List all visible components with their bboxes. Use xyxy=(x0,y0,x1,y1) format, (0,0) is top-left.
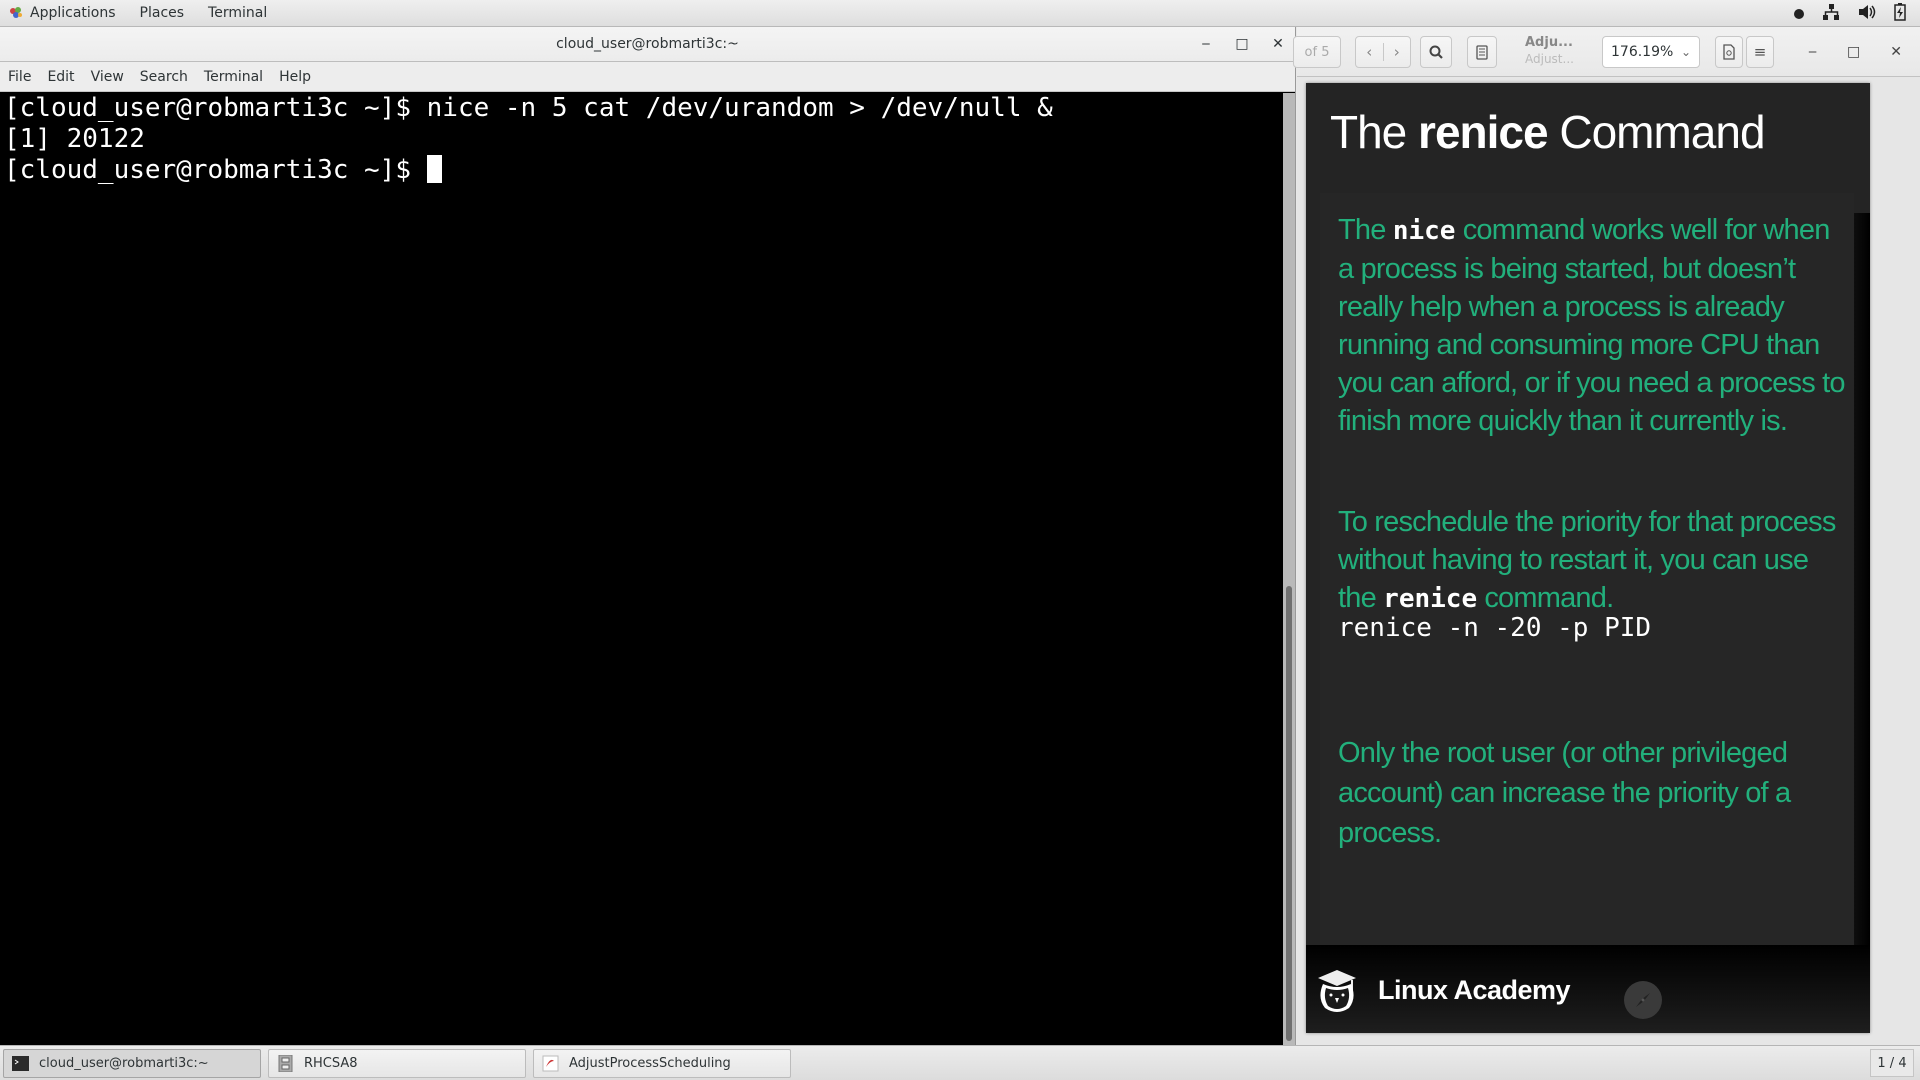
terminal-scrollbar[interactable] xyxy=(1283,93,1295,1045)
maximize-icon[interactable]: □ xyxy=(1235,27,1249,62)
slide-title-pre: The xyxy=(1330,106,1419,158)
terminal-line: [1] 20122 xyxy=(4,124,145,154)
slide-page: The renice Command The nice command work… xyxy=(1306,83,1870,1033)
document-title-block: Adju... Adjust... xyxy=(1525,34,1574,68)
viewer-maximize-icon[interactable]: □ xyxy=(1847,44,1860,60)
hamburger-icon: ≡ xyxy=(1753,43,1767,61)
search-icon xyxy=(1429,45,1443,59)
taskbar-item-terminal[interactable]: cloud_user@robmarti3c:~ xyxy=(3,1049,261,1078)
network-icon[interactable] xyxy=(1822,3,1840,24)
slide-paragraph-renice: To reschedule the priority for that proc… xyxy=(1338,503,1848,618)
taskbar-item-label: cloud_user@robmarti3c:~ xyxy=(39,1056,209,1071)
terminal-window[interactable]: cloud_user@robmarti3c:~ ‒ □ ✕ File Edit … xyxy=(0,27,1296,1045)
slide-title-post: Command xyxy=(1547,106,1765,158)
document-title: Adju... xyxy=(1525,35,1573,50)
compass-icon xyxy=(1624,981,1662,1019)
sidebar-toggle-button[interactable] xyxy=(1467,36,1497,68)
terminal-output[interactable]: [cloud_user@robmarti3c ~]$ nice -n 5 cat… xyxy=(0,93,1283,1045)
scrollbar-thumb[interactable] xyxy=(1286,586,1292,1041)
annotations-button[interactable] xyxy=(1715,36,1743,68)
text-cursor xyxy=(426,155,442,183)
slide-paragraph-root: Only the root user (or other privileged … xyxy=(1338,737,1791,849)
text: The xyxy=(1338,214,1393,246)
menu-edit[interactable]: Edit xyxy=(47,69,74,85)
volume-icon[interactable] xyxy=(1858,4,1876,24)
window-list-taskbar: cloud_user@robmarti3c:~ RHCSA8 AdjustPro… xyxy=(0,1045,1920,1080)
inline-code: renice xyxy=(1383,584,1478,614)
file-cabinet-icon xyxy=(277,1054,294,1073)
viewer-menu-button[interactable]: ≡ xyxy=(1746,36,1774,68)
terminal-prompt-line: [cloud_user@robmarti3c ~]$ xyxy=(4,155,1279,186)
minimize-icon[interactable]: ‒ xyxy=(1199,27,1213,62)
document-viewer-icon xyxy=(542,1055,559,1072)
terminal-app-menu[interactable]: Terminal xyxy=(208,5,267,21)
page-nav-group: ‹ › xyxy=(1355,36,1411,68)
zoom-select[interactable]: 176.19% ⌄ xyxy=(1602,36,1700,68)
slide-title-bold: renice xyxy=(1418,106,1549,158)
brand-name: Linux Academy xyxy=(1378,974,1571,1005)
inline-code: nice xyxy=(1392,216,1456,246)
terminal-prompt: [cloud_user@robmarti3c ~]$ xyxy=(4,155,427,185)
slide-command-example: renice -n -20 -p PID xyxy=(1338,613,1652,643)
menu-view[interactable]: View xyxy=(91,69,124,85)
slide-paragraph-nice: The nice command works well for when a p… xyxy=(1338,211,1848,440)
taskbar-item-label: RHCSA8 xyxy=(304,1056,358,1071)
taskbar-item-label: AdjustProcessScheduling xyxy=(569,1056,731,1071)
next-page-icon[interactable]: › xyxy=(1384,43,1411,61)
terminal-line: [cloud_user@robmarti3c ~]$ nice -n 5 cat… xyxy=(4,93,1053,123)
search-button[interactable] xyxy=(1420,36,1452,68)
record-dot-icon[interactable] xyxy=(1794,8,1804,19)
document-subtitle: Adjust... xyxy=(1525,52,1574,66)
taskbar-item-adjustprocessscheduling[interactable]: AdjustProcessScheduling xyxy=(533,1049,791,1078)
places-menu[interactable]: Places xyxy=(140,5,185,21)
menu-file[interactable]: File xyxy=(8,69,31,85)
terminal-title: cloud_user@robmarti3c:~ xyxy=(556,36,739,52)
text: command works well for when a process is… xyxy=(1338,214,1846,437)
applications-menu[interactable]: Applications xyxy=(30,5,116,21)
sidebar-icon xyxy=(1476,45,1488,60)
linux-academy-logo: Linux Academy xyxy=(1316,966,1571,1014)
menu-terminal[interactable]: Terminal xyxy=(204,69,263,85)
close-icon[interactable]: ✕ xyxy=(1271,27,1285,62)
previous-page-icon[interactable]: ‹ xyxy=(1356,43,1384,61)
menu-search[interactable]: Search xyxy=(140,69,188,85)
terminal-menubar: File Edit View Search Terminal Help xyxy=(0,62,1295,92)
viewer-toolbar: of 5 ‹ › Adju... Adjust... 176.19% ⌄ ≡ ‒… xyxy=(1293,27,1920,77)
document-viewer-window[interactable]: of 5 ‹ › Adju... Adjust... 176.19% ⌄ ≡ ‒… xyxy=(1293,27,1920,1045)
menu-help[interactable]: Help xyxy=(279,69,311,85)
chevron-down-icon: ⌄ xyxy=(1680,45,1691,59)
text: command. xyxy=(1477,582,1614,614)
workspace-switcher[interactable]: 1 / 4 xyxy=(1870,1049,1914,1077)
terminal-icon xyxy=(12,1055,29,1072)
document-search-icon xyxy=(1723,44,1735,60)
slide-title: The renice Command xyxy=(1330,105,1766,159)
top-panel: Applications Places Terminal xyxy=(0,0,1920,27)
taskbar-item-rhcsa8[interactable]: RHCSA8 xyxy=(268,1049,526,1078)
zoom-level: 176.19% xyxy=(1611,44,1674,60)
owl-mascot-icon xyxy=(1316,966,1358,1014)
page-number-entry[interactable]: of 5 xyxy=(1293,36,1341,68)
gnome-foot-icon xyxy=(8,5,24,21)
viewer-close-icon[interactable]: ✕ xyxy=(1890,44,1902,60)
viewer-minimize-icon[interactable]: ‒ xyxy=(1808,44,1817,60)
terminal-titlebar[interactable]: cloud_user@robmarti3c:~ ‒ □ ✕ xyxy=(0,27,1295,62)
battery-icon[interactable] xyxy=(1894,2,1906,25)
